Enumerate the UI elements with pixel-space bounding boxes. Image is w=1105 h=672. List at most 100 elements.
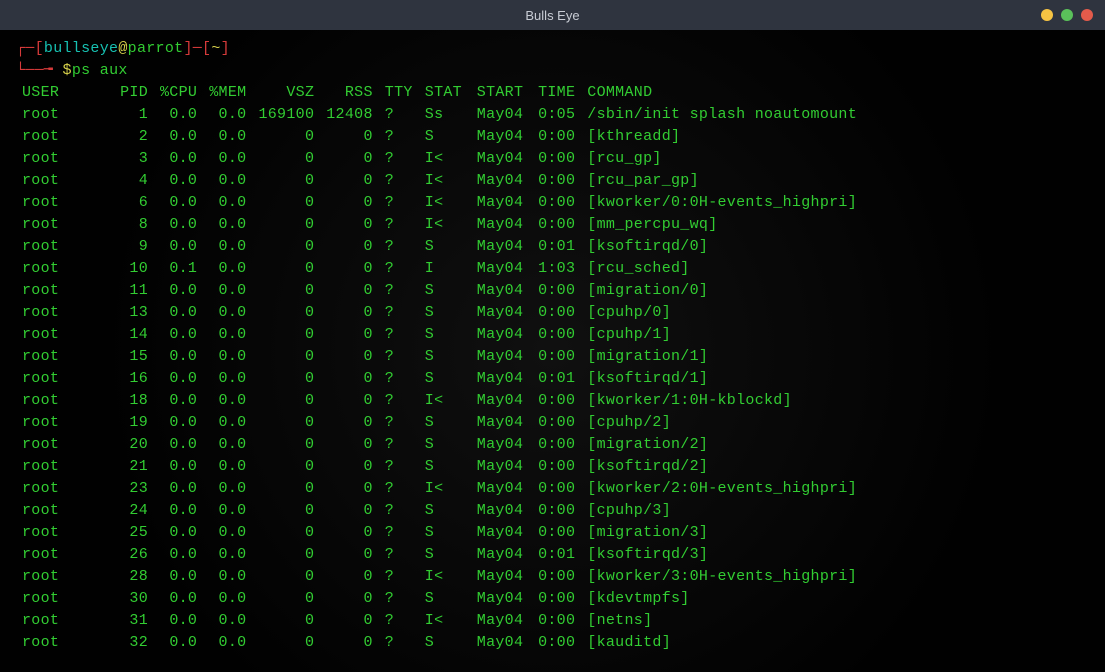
cell-cmd: [ksoftirqd/1]	[581, 368, 881, 390]
window-title: Bulls Eye	[525, 8, 579, 23]
cell-start: May04	[471, 456, 530, 478]
cell-stat: I<	[419, 566, 471, 588]
cell-mem: 0.0	[203, 368, 252, 390]
cell-cpu: 0.0	[154, 126, 203, 148]
cell-cmd: [netns]	[581, 610, 881, 632]
cell-stat: S	[419, 302, 471, 324]
cell-start: May04	[471, 192, 530, 214]
cell-time: 0:00	[529, 522, 581, 544]
cell-rss: 0	[320, 390, 379, 412]
cell-start: May04	[471, 368, 530, 390]
cell-user: root	[16, 478, 106, 500]
prompt-line-2: └──╼ $ps aux	[16, 60, 1089, 82]
cell-vsz: 0	[252, 522, 320, 544]
cell-vsz: 0	[252, 588, 320, 610]
cell-start: May04	[471, 236, 530, 258]
cell-start: May04	[471, 324, 530, 346]
table-row: root320.00.000?SMay040:00[kauditd]	[16, 632, 881, 654]
table-row: root160.00.000?SMay040:01[ksoftirqd/1]	[16, 368, 881, 390]
cell-rss: 0	[320, 500, 379, 522]
cell-vsz: 0	[252, 258, 320, 280]
cell-rss: 0	[320, 434, 379, 456]
cell-time: 0:00	[529, 346, 581, 368]
cell-vsz: 0	[252, 566, 320, 588]
cell-stat: I<	[419, 478, 471, 500]
cell-pid: 1	[106, 104, 154, 126]
cell-mem: 0.0	[203, 324, 252, 346]
col-pid: PID	[106, 82, 154, 104]
cell-vsz: 0	[252, 236, 320, 258]
cell-time: 0:00	[529, 588, 581, 610]
cell-time: 0:00	[529, 302, 581, 324]
cell-cpu: 0.0	[154, 478, 203, 500]
cell-tty: ?	[379, 566, 419, 588]
maximize-button[interactable]	[1061, 9, 1073, 21]
cell-rss: 0	[320, 148, 379, 170]
cell-cpu: 0.0	[154, 500, 203, 522]
cell-mem: 0.0	[203, 192, 252, 214]
cell-time: 0:05	[529, 104, 581, 126]
col-rss: RSS	[320, 82, 379, 104]
cell-pid: 28	[106, 566, 154, 588]
cell-user: root	[16, 104, 106, 126]
cell-cpu: 0.0	[154, 324, 203, 346]
cell-start: May04	[471, 280, 530, 302]
cell-time: 1:03	[529, 258, 581, 280]
cell-cmd: [migration/3]	[581, 522, 881, 544]
cell-start: May04	[471, 346, 530, 368]
cell-user: root	[16, 588, 106, 610]
cell-vsz: 0	[252, 500, 320, 522]
cell-tty: ?	[379, 434, 419, 456]
cell-tty: ?	[379, 368, 419, 390]
cell-rss: 0	[320, 368, 379, 390]
prompt-host: parrot	[128, 40, 184, 57]
cell-mem: 0.0	[203, 544, 252, 566]
close-button[interactable]	[1081, 9, 1093, 21]
cell-start: May04	[471, 588, 530, 610]
cell-pid: 20	[106, 434, 154, 456]
cell-mem: 0.0	[203, 412, 252, 434]
cell-stat: Ss	[419, 104, 471, 126]
cell-mem: 0.0	[203, 214, 252, 236]
cell-user: root	[16, 500, 106, 522]
cell-time: 0:00	[529, 412, 581, 434]
cell-stat: S	[419, 588, 471, 610]
cell-cpu: 0.0	[154, 412, 203, 434]
cell-cmd: [migration/1]	[581, 346, 881, 368]
cell-rss: 0	[320, 214, 379, 236]
cell-vsz: 0	[252, 390, 320, 412]
minimize-button[interactable]	[1041, 9, 1053, 21]
cell-user: root	[16, 214, 106, 236]
titlebar: Bulls Eye	[0, 0, 1105, 30]
cell-cpu: 0.0	[154, 588, 203, 610]
cell-user: root	[16, 566, 106, 588]
cell-mem: 0.0	[203, 500, 252, 522]
cell-vsz: 0	[252, 214, 320, 236]
cell-rss: 0	[320, 126, 379, 148]
cell-time: 0:00	[529, 478, 581, 500]
cell-user: root	[16, 324, 106, 346]
cell-user: root	[16, 434, 106, 456]
cell-user: root	[16, 148, 106, 170]
cell-time: 0:00	[529, 632, 581, 654]
cell-mem: 0.0	[203, 434, 252, 456]
cell-mem: 0.0	[203, 522, 252, 544]
cell-pid: 25	[106, 522, 154, 544]
cell-pid: 2	[106, 126, 154, 148]
cell-pid: 31	[106, 610, 154, 632]
cell-cmd: [mm_percpu_wq]	[581, 214, 881, 236]
cell-stat: S	[419, 522, 471, 544]
cell-rss: 0	[320, 192, 379, 214]
col-command: COMMAND	[581, 82, 881, 104]
cell-pid: 21	[106, 456, 154, 478]
cell-rss: 0	[320, 412, 379, 434]
cell-cpu: 0.0	[154, 566, 203, 588]
terminal[interactable]: ┌─[bullseye@parrot]─[~] └──╼ $ps aux USE…	[0, 30, 1105, 672]
cell-tty: ?	[379, 522, 419, 544]
cell-tty: ?	[379, 478, 419, 500]
table-row: root20.00.000?SMay040:00[kthreadd]	[16, 126, 881, 148]
cell-mem: 0.0	[203, 104, 252, 126]
cell-stat: S	[419, 324, 471, 346]
cell-rss: 0	[320, 456, 379, 478]
cell-cmd: [migration/2]	[581, 434, 881, 456]
